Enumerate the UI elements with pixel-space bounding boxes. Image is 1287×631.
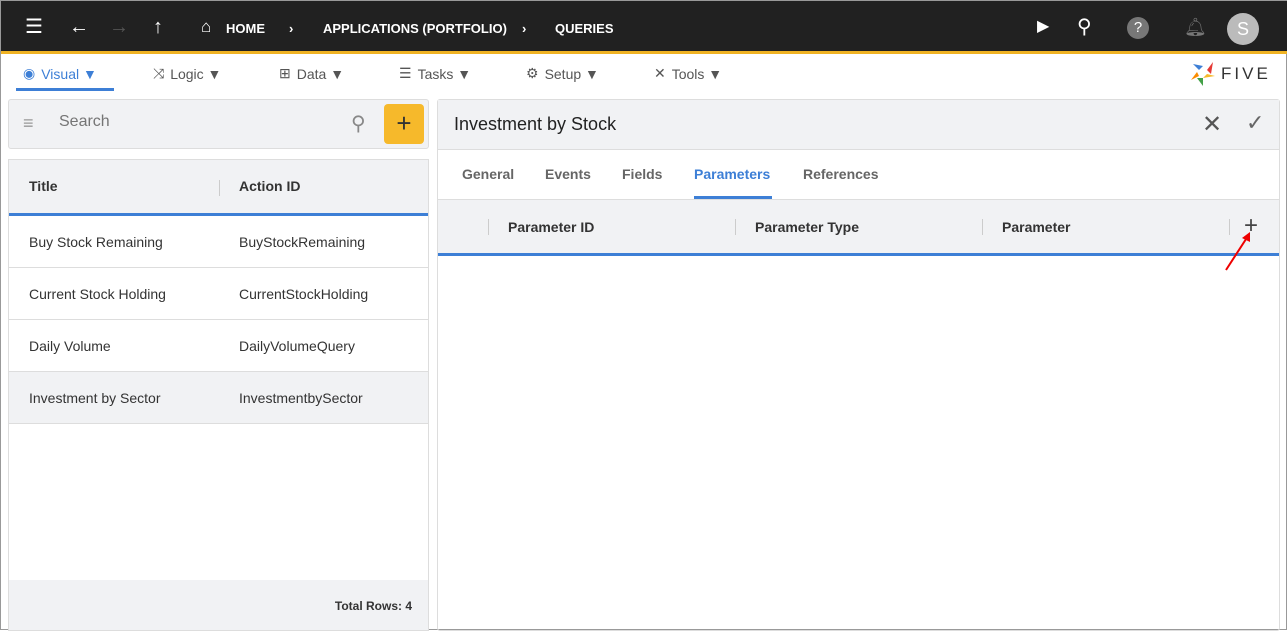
hamburger-menu-icon[interactable]: ☰ — [25, 15, 43, 39]
search-input[interactable] — [59, 113, 339, 131]
bell-icon[interactable]: 🔔︎ — [1184, 15, 1207, 39]
menu-data[interactable]: ⊞ Data ▼ — [279, 65, 344, 82]
breadcrumb-queries[interactable]: QUERIES — [555, 21, 614, 36]
tab-bar: General Events Fields Parameters Referen… — [438, 150, 1279, 200]
main-menu: ◉ Visual ▼ ⤨ Logic ▼ ⊞ Data ▼ ☰ Tasks ▼ ⚙ Set… — [1, 57, 1287, 97]
table-icon: ⊞ — [279, 65, 291, 81]
logic-icon: ⤨ — [153, 65, 165, 81]
back-arrow-icon[interactable]: ← — [69, 15, 89, 39]
add-button[interactable]: + — [384, 104, 424, 144]
search-icon[interactable]: ⚲ — [351, 111, 366, 136]
parameters-table-header: Parameter ID Parameter Type Parameter + — [438, 200, 1279, 256]
menu-visual[interactable]: ◉ Visual ▼ — [23, 65, 97, 82]
table-row[interactable]: Buy Stock Remaining BuyStockRemaining — [9, 216, 428, 268]
column-title[interactable]: Title — [29, 178, 58, 194]
filter-icon[interactable]: ≡ — [23, 113, 34, 134]
up-arrow-icon[interactable]: ↑ — [153, 15, 163, 39]
total-rows: Total Rows: 4 — [9, 580, 428, 630]
table-row[interactable]: Current Stock Holding CurrentStockHolding — [9, 268, 428, 320]
detail-title: Investment by Stock — [454, 114, 617, 134]
gear-icon: ⚙ — [526, 65, 539, 81]
chevron-right-icon: › — [522, 21, 527, 36]
tab-events[interactable]: Events — [545, 166, 591, 182]
search-play-icon[interactable]: ⚲ — [1077, 15, 1092, 39]
column-parameter-id[interactable]: Parameter ID — [508, 219, 594, 235]
tab-references[interactable]: References — [803, 166, 879, 182]
active-tab-underline — [694, 196, 772, 199]
active-menu-underline — [16, 88, 114, 91]
home-icon: ⌂ — [201, 17, 212, 36]
menu-logic[interactable]: ⤨ Logic ▼ — [153, 65, 221, 82]
search-bar: ≡ ⚲ + — [8, 99, 429, 149]
play-icon[interactable]: ▶ — [1037, 15, 1049, 39]
menu-tools[interactable]: ✕ Tools ▼ — [654, 65, 722, 82]
forward-arrow-icon[interactable]: → — [109, 15, 129, 39]
breadcrumb-home[interactable]: HOME — [226, 21, 265, 36]
detail-header: Investment by Stock ✕ ✓ — [438, 100, 1279, 150]
query-table: Title Action ID Buy Stock Remaining BuySt… — [8, 159, 429, 631]
table-header: Title Action ID — [9, 160, 428, 216]
menu-tasks[interactable]: ☰ Tasks ▼ — [399, 65, 471, 82]
five-logo-icon — [1191, 62, 1215, 86]
red-arrow-annotation — [1225, 232, 1250, 271]
tab-parameters[interactable]: Parameters — [694, 166, 770, 182]
column-action-id[interactable]: Action ID — [239, 178, 300, 194]
column-parameter[interactable]: Parameter — [1002, 219, 1071, 235]
detail-panel: Investment by Stock ✕ ✓ General Events F… — [437, 99, 1280, 631]
top-bar: ☰ ← → ↑ ⌂ HOME › APPLICATIONS (PORTFOLIO… — [1, 1, 1287, 54]
tab-general[interactable]: General — [462, 166, 514, 182]
query-list-panel: ≡ ⚲ + Title Action ID Buy Stock Remainin… — [8, 99, 429, 631]
table-row[interactable]: Investment by Sector InvestmentbySector — [9, 372, 428, 424]
check-icon[interactable]: ✓ — [1246, 110, 1264, 136]
chevron-right-icon: › — [289, 21, 294, 36]
checklist-icon: ☰ — [399, 65, 412, 81]
tools-icon: ✕ — [654, 65, 666, 81]
avatar[interactable]: S — [1227, 13, 1259, 45]
table-row[interactable]: Daily Volume DailyVolumeQuery — [9, 320, 428, 372]
column-parameter-type[interactable]: Parameter Type — [755, 219, 859, 235]
close-icon[interactable]: ✕ — [1202, 110, 1222, 139]
five-logo: FIVE — [1191, 62, 1271, 86]
menu-setup[interactable]: ⚙ Setup ▼ — [526, 65, 599, 82]
breadcrumb-applications[interactable]: APPLICATIONS (PORTFOLIO) — [323, 21, 507, 36]
tab-fields[interactable]: Fields — [622, 166, 662, 182]
help-icon[interactable]: ? — [1127, 17, 1149, 39]
eye-icon: ◉ — [23, 65, 36, 81]
